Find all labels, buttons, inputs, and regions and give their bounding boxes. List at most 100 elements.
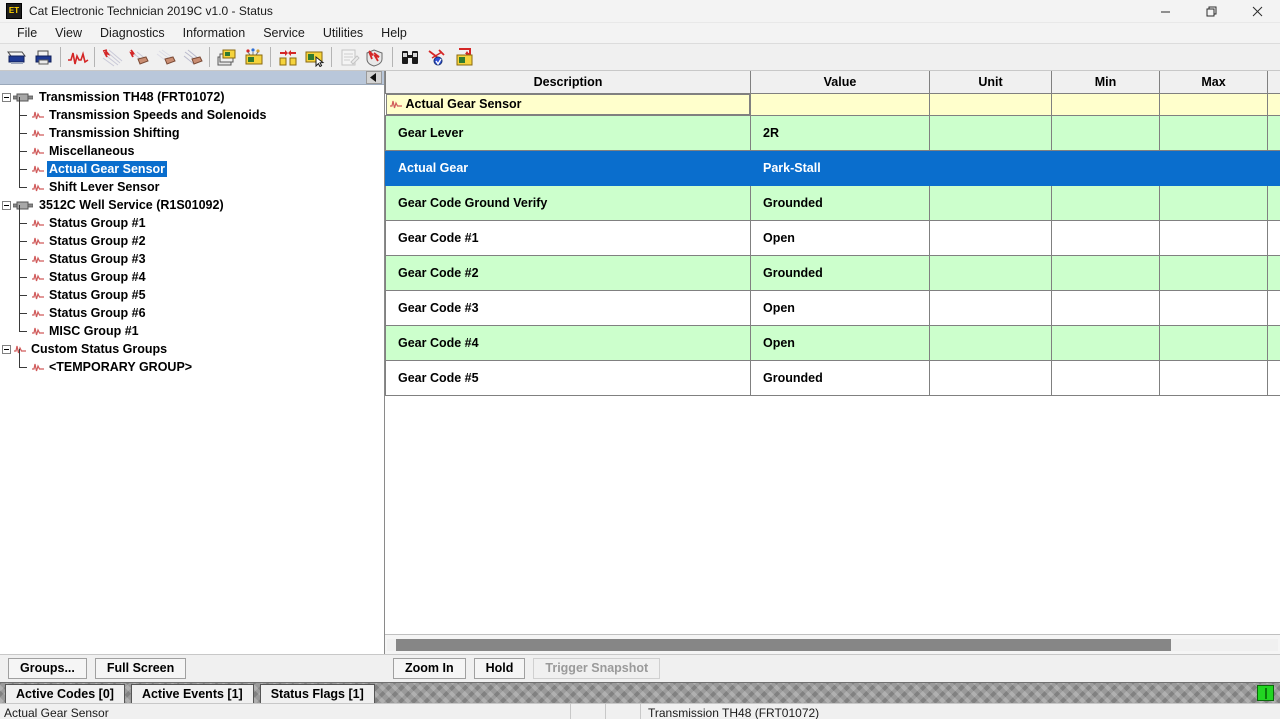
tree-node-status-group-6[interactable]: Status Group #6 — [0, 304, 384, 322]
table-row[interactable]: Gear Code #3 Open Transmission TH48 (FRT… — [386, 290, 1280, 325]
open-icon[interactable] — [3, 45, 30, 70]
configuration-icon[interactable] — [213, 45, 240, 70]
table-row[interactable]: Gear Code Ground Verify Grounded Transmi… — [386, 185, 1280, 220]
column-header-unit[interactable]: Unit — [930, 71, 1052, 93]
tab-status-flags[interactable]: Status Flags [1] — [260, 684, 375, 703]
printer-icon[interactable] — [30, 45, 57, 70]
menu-item-diagnostics[interactable]: Diagnostics — [91, 23, 174, 44]
table-row[interactable]: Gear Lever 2R Transmission TH48 (FRT0107… — [386, 115, 1280, 150]
horizontal-scrollbar[interactable] — [385, 634, 1280, 654]
grid-group-row[interactable]: Actual Gear Sensor — [386, 93, 1280, 115]
hold-button[interactable]: Hold — [474, 658, 526, 679]
minimize-icon[interactable] — [1142, 0, 1188, 23]
tree-node-shift-lever-sensor[interactable]: Shift Lever Sensor — [0, 178, 384, 196]
tree-node-status-group-5[interactable]: Status Group #5 — [0, 286, 384, 304]
tree-node-label: Status Group #4 — [47, 269, 148, 285]
tree-node-transmission-th48[interactable]: Transmission TH48 (FRT01072) — [0, 88, 384, 106]
active-diagnostic-codes-icon[interactable] — [98, 45, 125, 70]
tree-node-temporary-group[interactable]: <TEMPORARY GROUP> — [0, 358, 384, 376]
tab-active-codes[interactable]: Active Codes [0] — [5, 684, 125, 703]
tree-node-label: Status Group #2 — [47, 233, 148, 249]
tree-node-status-group-3[interactable]: Status Group #3 — [0, 250, 384, 268]
flash-ecm-icon[interactable] — [450, 45, 477, 70]
cell-description: Gear Code #1 — [386, 220, 751, 255]
ecm-module-icon — [13, 91, 33, 103]
column-header-source[interactable] — [1268, 71, 1280, 93]
groups-button[interactable]: Groups... — [8, 658, 87, 679]
table-row[interactable]: Gear Code #4 Open Transmission TH48 (FRT… — [386, 325, 1280, 360]
grid-buttons: Zoom In Hold Trigger Snapshot — [385, 658, 1280, 679]
scrollbar-thumb[interactable] — [396, 639, 1171, 651]
cell-max — [1160, 185, 1268, 220]
column-header-max[interactable]: Max — [1160, 71, 1268, 93]
group-row-source-cell — [1268, 93, 1280, 115]
tree-node-label: MISC Group #1 — [47, 323, 141, 339]
waveform-icon — [31, 271, 44, 283]
troubleshooting-icon[interactable] — [423, 45, 450, 70]
tree-node-custom-status-groups[interactable]: Custom Status Groups — [0, 340, 384, 358]
close-icon[interactable] — [1234, 0, 1280, 23]
title-bar: Cat Electronic Technician 2019C v1.0 - S… — [0, 0, 1280, 23]
expander-minus-icon[interactable] — [2, 345, 11, 354]
tree-node-status-group-4[interactable]: Status Group #4 — [0, 268, 384, 286]
cell-source: Transmission TH48 (FRT01072) — [1268, 150, 1280, 185]
waveform-icon — [31, 109, 44, 121]
column-header-description[interactable]: Description — [386, 71, 751, 93]
tree-node-label: Transmission TH48 (FRT01072) — [37, 89, 226, 105]
status-groups-tree-panel: Transmission TH48 (FRT01072) Transmissio… — [0, 71, 385, 654]
table-row[interactable]: Gear Code #2 Grounded Transmission TH48 … — [386, 255, 1280, 290]
tree-node-transmission-speeds-and-solenoids[interactable]: Transmission Speeds and Solenoids — [0, 106, 384, 124]
menu-item-help[interactable]: Help — [372, 23, 416, 44]
full-screen-button[interactable]: Full Screen — [95, 658, 186, 679]
table-row-selected[interactable]: Actual Gear Park-Stall Transmission TH48… — [386, 150, 1280, 185]
menu-item-utilities[interactable]: Utilities — [314, 23, 372, 44]
tree-node-label: Status Group #5 — [47, 287, 148, 303]
tree-node-misc-group-1[interactable]: MISC Group #1 — [0, 322, 384, 340]
cell-description: Gear Code #2 — [386, 255, 751, 290]
column-header-value[interactable]: Value — [751, 71, 930, 93]
tab-active-events[interactable]: Active Events [1] — [131, 684, 254, 703]
notes-icon — [335, 45, 362, 70]
wiring-diagram-icon[interactable] — [362, 45, 389, 70]
trigger-snapshot-button: Trigger Snapshot — [533, 658, 660, 679]
status-bar-left-text: Actual Gear Sensor — [0, 706, 109, 719]
menu-item-information[interactable]: Information — [174, 23, 255, 44]
collapse-left-icon[interactable] — [366, 71, 382, 84]
tree-node-list[interactable]: Transmission TH48 (FRT01072) Transmissio… — [0, 85, 384, 654]
cell-min — [1052, 255, 1160, 290]
compare-icon[interactable] — [274, 45, 301, 70]
search-icon[interactable] — [396, 45, 423, 70]
status-icon[interactable] — [240, 45, 267, 70]
tree-elbow — [13, 250, 31, 268]
tree-node-label: <TEMPORARY GROUP> — [47, 359, 194, 375]
expander-minus-icon[interactable] — [2, 201, 11, 210]
column-header-min[interactable]: Min — [1052, 71, 1160, 93]
tree-node-transmission-shifting[interactable]: Transmission Shifting — [0, 124, 384, 142]
menu-item-view[interactable]: View — [46, 23, 91, 44]
tree-node-miscellaneous[interactable]: Miscellaneous — [0, 142, 384, 160]
scrollbar-track[interactable] — [387, 639, 1278, 651]
bottom-button-strip: Groups... Full Screen Zoom In Hold Trigg… — [0, 654, 1280, 682]
expander-minus-icon[interactable] — [2, 93, 11, 102]
waveform-icon — [31, 235, 44, 247]
tree-node-status-group-2[interactable]: Status Group #2 — [0, 232, 384, 250]
menu-item-file[interactable]: File — [8, 23, 46, 44]
select-ecm-icon[interactable] — [301, 45, 328, 70]
zoom-in-button[interactable]: Zoom In — [393, 658, 466, 679]
active-events-icon[interactable] — [152, 45, 179, 70]
menu-item-service[interactable]: Service — [254, 23, 314, 44]
tree-node-label: Status Group #1 — [47, 215, 148, 231]
table-row[interactable]: Gear Code #1 Open Transmission TH48 (FRT… — [386, 220, 1280, 255]
ecm-summary-icon[interactable] — [64, 45, 91, 70]
table-row[interactable]: Gear Code #5 Grounded Transmission TH48 … — [386, 360, 1280, 395]
tree-node-label: Custom Status Groups — [29, 341, 169, 357]
cell-max — [1160, 150, 1268, 185]
restore-icon[interactable] — [1188, 0, 1234, 23]
waveform-icon — [31, 163, 44, 175]
tree-node-status-group-1[interactable]: Status Group #1 — [0, 214, 384, 232]
toolbar-separator — [94, 47, 95, 67]
logged-diagnostic-codes-icon[interactable] — [125, 45, 152, 70]
tree-node-actual-gear-sensor[interactable]: Actual Gear Sensor — [0, 160, 384, 178]
logged-events-icon[interactable] — [179, 45, 206, 70]
tree-node-3512c-well-service[interactable]: 3512C Well Service (R1S01092) — [0, 196, 384, 214]
